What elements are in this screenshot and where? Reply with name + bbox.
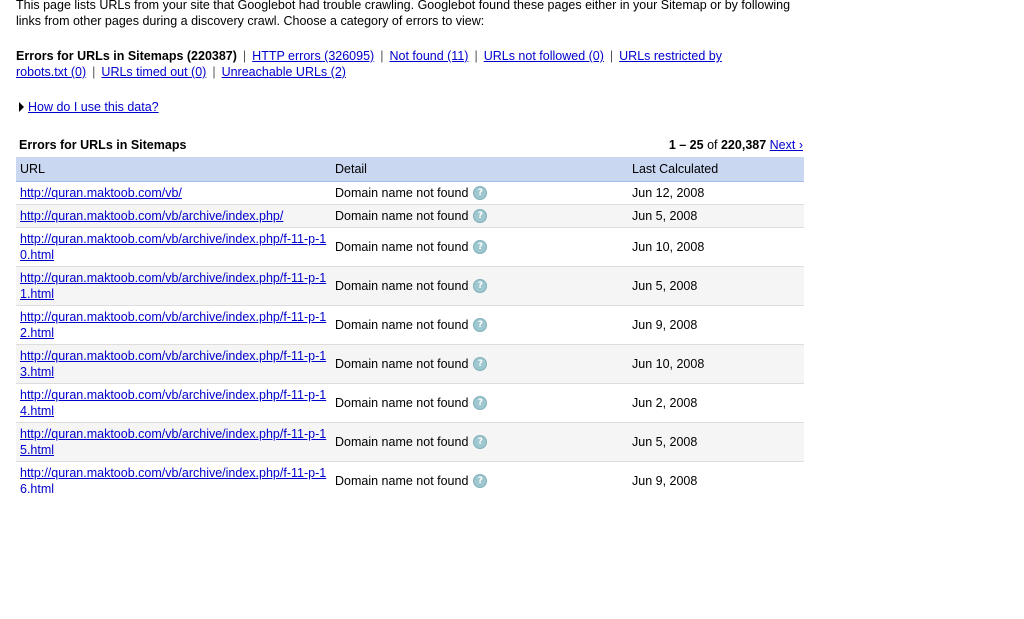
category-link-urls-not-followed[interactable]: URLs not followed (0) — [484, 49, 604, 63]
row-url-link[interactable]: http://quran.maktoob.com/vb/archive/inde… — [20, 387, 332, 419]
row-date: Jun 10, 2008 — [632, 357, 705, 371]
table-row: http://quran.maktoob.com/vb/archive/inde… — [16, 228, 804, 267]
triangle-right-icon[interactable] — [19, 102, 24, 112]
pager-of: of — [707, 138, 718, 152]
table-row: http://quran.maktoob.com/vb/archive/inde… — [16, 267, 804, 306]
row-detail-text: Domain name not found — [335, 435, 469, 449]
row-detail-text: Domain name not found — [335, 209, 469, 223]
row-date: Jun 12, 2008 — [632, 186, 705, 200]
table-row: http://quran.maktoob.com/vb/archive/inde… — [16, 306, 804, 345]
row-url-link[interactable]: http://quran.maktoob.com/vb/archive/inde… — [20, 348, 332, 380]
errors-table: URL Detail Last Calculated http://quran.… — [16, 157, 804, 494]
column-header-url[interactable]: URL — [20, 158, 45, 180]
category-current: Errors for URLs in Sitemaps (220387) — [16, 49, 237, 63]
row-detail: Domain name not found? — [335, 395, 488, 411]
help-link[interactable]: How do I use this data? — [28, 99, 159, 115]
question-mark-icon[interactable]: ? — [473, 435, 488, 449]
question-mark-icon[interactable]: ? — [473, 279, 488, 293]
help-disclosure[interactable]: How do I use this data? — [19, 99, 159, 115]
table-title: Errors for URLs in Sitemaps — [19, 138, 187, 152]
table-row: http://quran.maktoob.com/vb/archive/inde… — [16, 205, 804, 228]
row-date: Jun 9, 2008 — [632, 474, 698, 488]
table-row: http://quran.maktoob.com/vb/archive/inde… — [16, 345, 804, 384]
row-detail: Domain name not found? — [335, 317, 488, 333]
row-url-link[interactable]: http://quran.maktoob.com/vb/archive/inde… — [20, 231, 332, 263]
separator: | — [380, 49, 384, 63]
row-detail: Domain name not found? — [335, 185, 488, 201]
pager-range: 1 – 25 — [668, 138, 704, 152]
row-detail: Domain name not found? — [335, 434, 488, 450]
row-url-link[interactable]: http://quran.maktoob.com/vb/ — [20, 185, 332, 201]
separator: | — [212, 65, 216, 79]
separator: | — [474, 49, 478, 63]
table-row: http://quran.maktoob.com/vb/archive/inde… — [16, 423, 804, 462]
column-header-detail[interactable]: Detail — [335, 158, 367, 180]
error-category-nav: Errors for URLs in Sitemaps (220387) | HTT… — [16, 48, 776, 80]
table-row: http://quran.maktoob.com/vb/archive/inde… — [16, 462, 804, 494]
intro-text: This page lists URLs from your site that… — [16, 0, 791, 28]
row-detail-text: Domain name not found — [335, 240, 469, 254]
question-mark-icon[interactable]: ? — [473, 357, 488, 371]
category-link-http-errors[interactable]: HTTP errors (326095) — [252, 49, 374, 63]
row-detail-text: Domain name not found — [335, 279, 469, 293]
row-url-link[interactable]: http://quran.maktoob.com/vb/archive/inde… — [20, 426, 332, 458]
row-url-link[interactable]: http://quran.maktoob.com/vb/archive/inde… — [20, 208, 332, 224]
pager-total: 220,387 — [720, 138, 767, 152]
row-detail-text: Domain name not found — [335, 474, 469, 488]
row-date: Jun 5, 2008 — [632, 209, 698, 223]
row-date: Jun 5, 2008 — [632, 279, 698, 293]
table-row: http://quran.maktoob.com/vb/archive/inde… — [16, 384, 804, 423]
table-row: http://quran.maktoob.com/vb/ Domain name… — [16, 182, 804, 205]
question-mark-icon[interactable]: ? — [473, 318, 488, 332]
table-column-headers: URL Detail Last Calculated — [16, 157, 804, 182]
category-link-not-found[interactable]: Not found (11) — [389, 49, 468, 63]
row-url-link[interactable]: http://quran.maktoob.com/vb/archive/inde… — [20, 465, 332, 494]
row-detail-text: Domain name not found — [335, 318, 469, 332]
category-link-unreachable[interactable]: Unreachable URLs (2) — [222, 65, 346, 79]
row-detail: Domain name not found? — [335, 356, 488, 372]
table-header: Errors for URLs in Sitemaps 1 – 25 of 22… — [19, 137, 803, 154]
row-date: Jun 2, 2008 — [632, 396, 698, 410]
question-mark-icon[interactable]: ? — [473, 209, 488, 223]
row-url-link[interactable]: http://quran.maktoob.com/vb/archive/inde… — [20, 309, 332, 341]
question-mark-icon[interactable]: ? — [473, 240, 488, 254]
question-mark-icon[interactable]: ? — [473, 474, 488, 488]
question-mark-icon[interactable]: ? — [473, 396, 488, 410]
pager: 1 – 25 of 220,387 Next › — [669, 137, 803, 154]
row-detail: Domain name not found? — [335, 208, 488, 224]
row-detail-text: Domain name not found — [335, 357, 469, 371]
row-detail: Domain name not found? — [335, 278, 488, 294]
column-header-last-calculated[interactable]: Last Calculated — [632, 158, 718, 180]
row-date: Jun 5, 2008 — [632, 435, 698, 449]
row-detail-text: Domain name not found — [335, 396, 469, 410]
separator: | — [242, 49, 247, 63]
row-detail-text: Domain name not found — [335, 186, 469, 200]
separator: | — [92, 65, 96, 79]
row-detail: Domain name not found? — [335, 239, 488, 255]
category-link-timed-out[interactable]: URLs timed out (0) — [101, 65, 206, 79]
separator: | — [609, 49, 614, 63]
row-date: Jun 10, 2008 — [632, 240, 705, 254]
row-detail: Domain name not found? — [335, 473, 488, 489]
question-mark-icon[interactable]: ? — [473, 186, 488, 200]
row-url-link[interactable]: http://quran.maktoob.com/vb/archive/inde… — [20, 270, 332, 302]
pager-next-link[interactable]: Next › — [770, 138, 803, 152]
row-date: Jun 9, 2008 — [632, 318, 698, 332]
